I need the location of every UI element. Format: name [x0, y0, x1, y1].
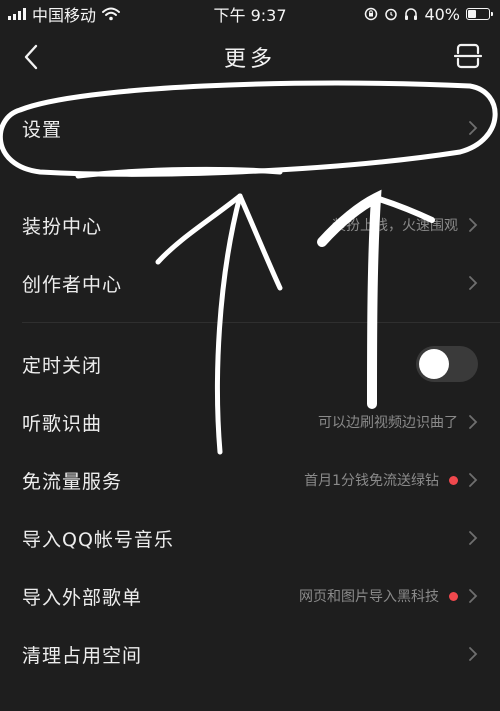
chevron-right-icon	[469, 276, 478, 290]
carrier-name: 中国移动	[32, 6, 97, 25]
row-label: 听歌识曲	[22, 412, 103, 435]
headphones-icon	[405, 8, 418, 20]
row-settings[interactable]: 设置	[0, 86, 500, 170]
row-label: 装扮中心	[22, 215, 103, 238]
nav-bar: 更多	[0, 28, 500, 86]
status-left: 中国移动	[0, 2, 121, 26]
chevron-right-icon	[469, 121, 478, 135]
row-right: 可以边刷视频边识曲了	[318, 412, 478, 432]
chevron-right-icon	[469, 531, 478, 545]
chevron-right-icon	[469, 589, 478, 603]
chevron-left-icon	[24, 44, 38, 70]
row-song-recognition[interactable]: 听歌识曲 可以边刷视频边识曲了	[0, 393, 500, 451]
chevron-right-icon	[469, 218, 478, 232]
status-right: 40%	[364, 5, 500, 24]
row-right	[468, 120, 478, 136]
scan-button[interactable]	[452, 40, 484, 72]
alarm-icon	[385, 8, 398, 21]
row-right	[468, 530, 478, 546]
row-label: 定时关闭	[22, 354, 103, 377]
scan-icon	[454, 43, 482, 69]
battery-fill	[468, 10, 476, 18]
row-hint: 装扮上线，火速围观	[332, 218, 458, 234]
row-hint: 可以边刷视频边识曲了	[318, 415, 458, 431]
notification-dot	[449, 475, 458, 485]
orientation-lock-icon	[365, 7, 378, 21]
row-hint: 首月1分钱免流送绿钻	[304, 473, 439, 489]
row-right	[468, 275, 478, 291]
chevron-right-icon	[469, 415, 478, 429]
row-creator-center[interactable]: 创作者中心	[0, 254, 500, 312]
row-label: 导入QQ帐号音乐	[22, 528, 174, 551]
row-clear-storage[interactable]: 清理占用空间	[0, 625, 500, 683]
row-hint: 网页和图片导入黑科技	[299, 589, 439, 605]
back-button[interactable]	[16, 42, 46, 72]
row-free-data[interactable]: 免流量服务 首月1分钱免流送绿钻	[0, 451, 500, 509]
battery-percent: 40%	[424, 4, 460, 24]
row-import-playlist[interactable]: 导入外部歌单 网页和图片导入黑科技	[0, 567, 500, 625]
row-theme-center[interactable]: 装扮中心 装扮上线，火速围观	[0, 196, 500, 254]
chevron-right-icon	[469, 647, 478, 661]
row-right: 首月1分钱免流送绿钻	[304, 470, 478, 490]
page-title: 更多	[223, 47, 276, 72]
row-label: 免流量服务	[22, 470, 123, 493]
row-label: 设置	[22, 118, 63, 141]
settings-list: 设置 装扮中心 装扮上线，火速围观 创作者中心 定时关闭 听歌识曲 可以边刷视频…	[0, 86, 500, 683]
row-label: 清理占用空间	[22, 644, 143, 667]
toggle-knob	[419, 349, 449, 379]
row-sleep-timer[interactable]: 定时关闭	[0, 335, 500, 393]
status-bar: 中国移动 下午 9:37 40%	[0, 0, 500, 28]
row-right: 网页和图片导入黑科技	[299, 586, 478, 606]
row-right	[468, 646, 478, 662]
sleep-timer-toggle[interactable]	[416, 346, 478, 382]
battery-icon	[466, 8, 493, 20]
row-import-qq[interactable]: 导入QQ帐号音乐	[0, 509, 500, 567]
row-label: 创作者中心	[22, 273, 123, 296]
notification-dot	[449, 591, 458, 601]
signal-icon	[8, 8, 26, 20]
row-label: 导入外部歌单	[22, 586, 143, 609]
wifi-icon	[102, 7, 121, 21]
chevron-right-icon	[469, 473, 478, 487]
row-right: 装扮上线，火速围观	[332, 215, 478, 235]
row-right	[416, 346, 478, 382]
